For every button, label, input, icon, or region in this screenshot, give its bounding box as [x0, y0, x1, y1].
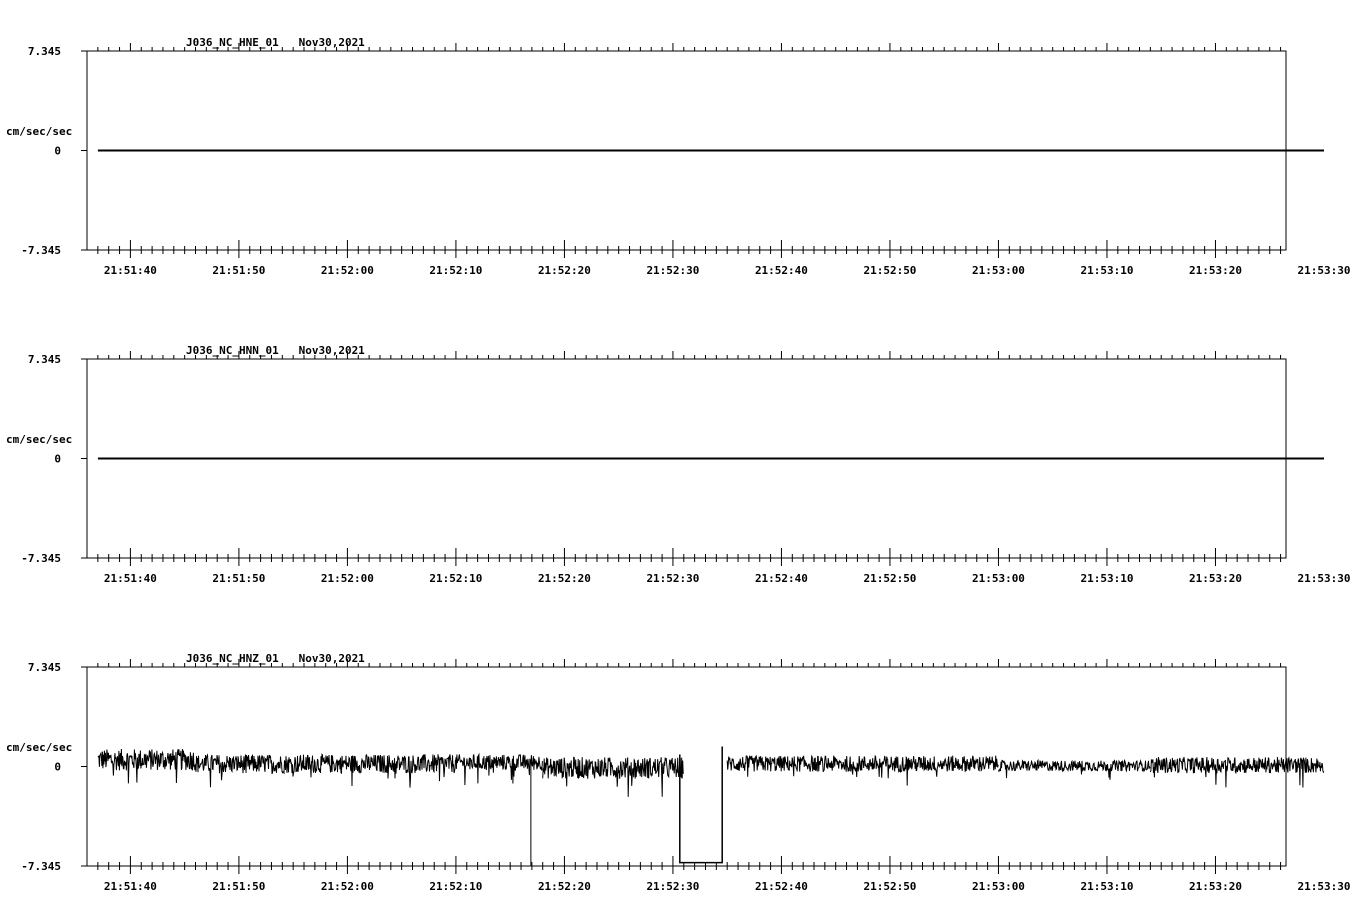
x-tick-label: 21:52:50	[863, 880, 916, 893]
x-tick-label: 21:53:10	[1080, 880, 1133, 893]
x-tick-label: 21:53:30	[1297, 880, 1350, 893]
x-tick-label: 21:53:30	[1297, 572, 1350, 585]
x-tick-label: 21:53:00	[972, 572, 1025, 585]
panel-1: J036_NC_HNE_01 Nov30,2021 7.345 0 -7.345 cm/…	[6, 36, 1350, 277]
x-tick-label: 21:53:30	[1297, 264, 1350, 277]
x-tick-label: 21:52:30	[646, 264, 699, 277]
y-tick-label: 7.345	[28, 353, 61, 366]
x-tick-label: 21:51:40	[104, 880, 157, 893]
x-tick-label: 21:52:30	[646, 880, 699, 893]
x-tick-label: 21:52:40	[755, 264, 808, 277]
panel-3: J036_NC_HNZ_01 Nov30,2021 7.345 0 -7.345 cm/…	[6, 652, 1350, 893]
seismogram-figure: J036_NC_HNE_01 Nov30,2021 7.345 0 -7.345 cm/…	[6, 36, 1350, 893]
x-tick-label: 21:53:00	[972, 264, 1025, 277]
x-tick-label: 21:53:10	[1080, 572, 1133, 585]
panels-group: J036_NC_HNE_01 Nov30,2021 7.345 0 -7.345 cm/…	[6, 36, 1350, 893]
trace-noise	[542, 756, 685, 797]
x-tick-label: 21:52:20	[538, 880, 591, 893]
x-tick-label: 21:52:10	[429, 572, 482, 585]
x-tick-label: 21:53:20	[1189, 264, 1242, 277]
y-axis-label: cm/sec/sec	[6, 125, 72, 138]
x-tick-label: 21:53:20	[1189, 572, 1242, 585]
y-tick-label: 7.345	[28, 45, 61, 58]
y-tick-label: -7.345	[21, 860, 61, 873]
panel-title: J036_NC_HNN_01 Nov30,2021	[186, 344, 365, 357]
x-tick-label: 21:52:40	[755, 572, 808, 585]
y-tick-label: 7.345	[28, 661, 61, 674]
x-tick-label: 21:53:20	[1189, 880, 1242, 893]
x-tick-label: 21:52:40	[755, 880, 808, 893]
x-tick-label: 21:51:50	[212, 572, 265, 585]
x-tick-label: 21:53:10	[1080, 264, 1133, 277]
x-tick-label: 21:52:00	[321, 264, 374, 277]
trace-noise	[195, 753, 456, 788]
x-tick-label: 21:52:50	[863, 572, 916, 585]
trace-noise	[455, 752, 543, 786]
trace-flat-dropout	[679, 746, 723, 864]
y-axis-label: cm/sec/sec	[6, 433, 72, 446]
trace-noise	[726, 754, 999, 786]
y-tick-label: 0	[54, 453, 61, 466]
x-tick-label: 21:52:00	[321, 880, 374, 893]
panel-2: J036_NC_HNN_01 Nov30,2021 7.345 0 -7.345 cm/…	[6, 344, 1350, 585]
trace-noise	[1149, 756, 1325, 788]
x-tick-label: 21:52:00	[321, 572, 374, 585]
x-tick-label: 21:52:10	[429, 264, 482, 277]
x-tick-label: 21:53:00	[972, 880, 1025, 893]
y-tick-label: 0	[54, 761, 61, 774]
x-tick-label: 21:52:30	[646, 572, 699, 585]
panel-title: J036_NC_HNZ_01 Nov30,2021	[186, 652, 365, 665]
x-tick-label: 21:51:50	[212, 264, 265, 277]
x-tick-label: 21:52:10	[429, 880, 482, 893]
y-axis-label: cm/sec/sec	[6, 741, 72, 754]
x-tick-label: 21:51:50	[212, 880, 265, 893]
y-tick-label: -7.345	[21, 552, 61, 565]
y-tick-label: 0	[54, 145, 61, 158]
x-tick-label: 21:51:40	[104, 572, 157, 585]
x-tick-label: 21:52:20	[538, 264, 591, 277]
x-tick-label: 21:52:50	[863, 264, 916, 277]
y-tick-label: -7.345	[21, 244, 61, 257]
trace-noise	[998, 758, 1151, 780]
panel-title: J036_NC_HNE_01 Nov30,2021	[186, 36, 365, 49]
trace-noise	[97, 748, 196, 784]
x-tick-label: 21:51:40	[104, 264, 157, 277]
x-tick-label: 21:52:20	[538, 572, 591, 585]
